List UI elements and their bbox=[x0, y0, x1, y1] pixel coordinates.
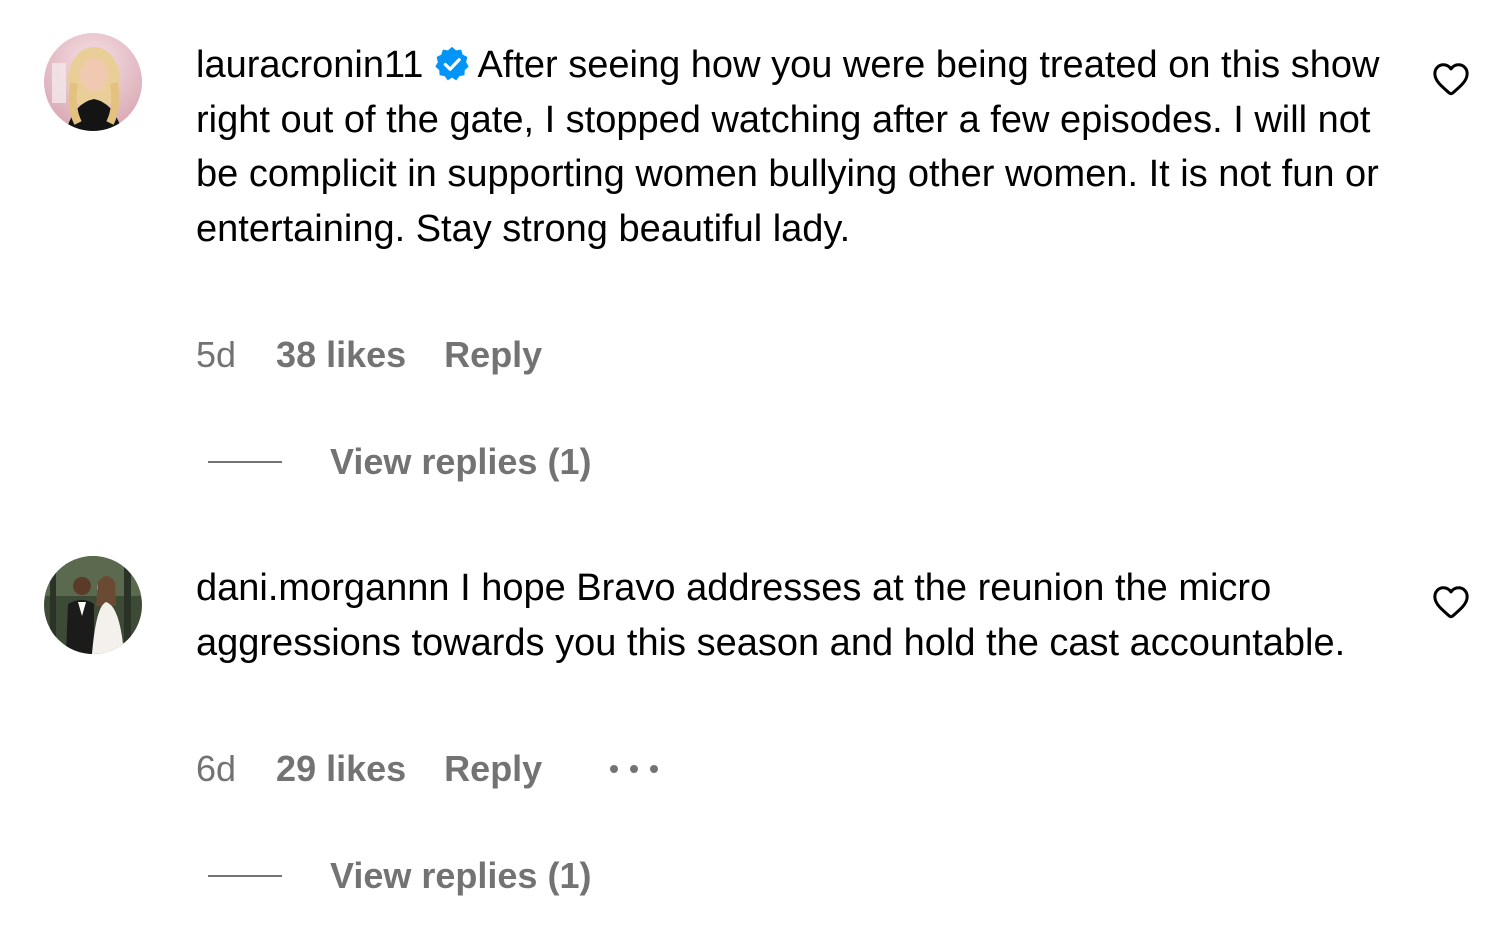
comment-body: dani.morgannn I hope Bravo addresses at … bbox=[196, 561, 1396, 670]
more-options-icon[interactable] bbox=[610, 747, 659, 791]
likes-count[interactable]: 29 likes bbox=[276, 748, 406, 790]
view-replies-button[interactable]: View replies (1) bbox=[208, 440, 591, 484]
comment-body: lauracronin11 After seeing how you were b… bbox=[196, 38, 1396, 256]
avatar[interactable] bbox=[44, 556, 142, 654]
comment-time[interactable]: 6d bbox=[196, 748, 236, 790]
heart-outline-icon[interactable] bbox=[1432, 61, 1470, 97]
divider-line bbox=[208, 461, 282, 463]
view-replies-button[interactable]: View replies (1) bbox=[208, 854, 591, 898]
heart-outline-icon[interactable] bbox=[1432, 584, 1470, 620]
comment-time[interactable]: 5d bbox=[196, 334, 236, 376]
comment-username[interactable]: dani.morgannn bbox=[196, 567, 450, 609]
likes-count[interactable]: 38 likes bbox=[276, 334, 406, 376]
avatar[interactable] bbox=[44, 33, 142, 131]
view-replies-label: View replies (1) bbox=[330, 441, 592, 482]
reply-button[interactable]: Reply bbox=[444, 334, 542, 376]
verified-badge-icon bbox=[433, 45, 471, 83]
view-replies-label: View replies (1) bbox=[330, 855, 592, 896]
comment-meta: 5d 38 likes Reply bbox=[196, 333, 542, 377]
divider-line bbox=[208, 875, 282, 877]
comment-meta: 6d 29 likes Reply bbox=[196, 747, 659, 791]
reply-button[interactable]: Reply bbox=[444, 748, 542, 790]
comment-username[interactable]: lauracronin11 bbox=[196, 44, 423, 86]
